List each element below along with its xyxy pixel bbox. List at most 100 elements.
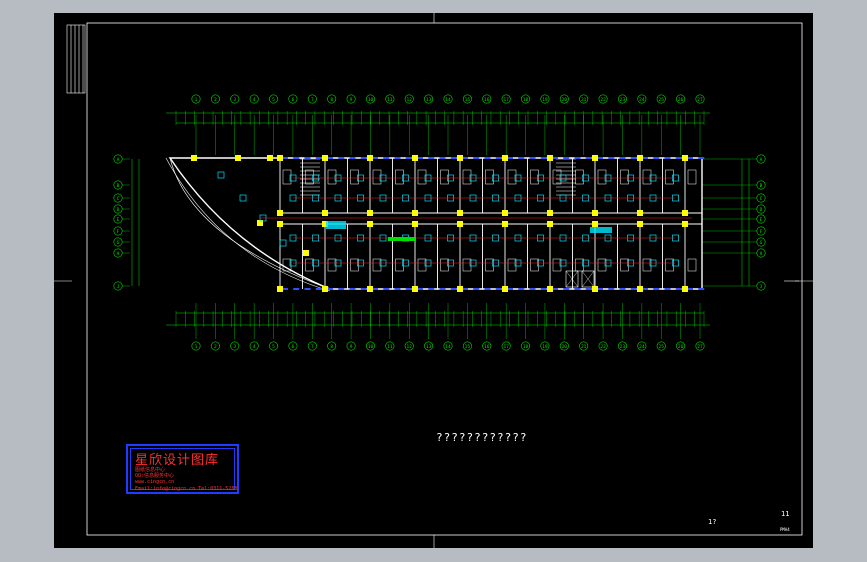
structural-column xyxy=(592,155,598,161)
structural-column xyxy=(457,155,463,161)
building-plan xyxy=(165,155,705,292)
axis-bubble-label: 26 xyxy=(678,344,684,350)
axis-bubble-label: 17 xyxy=(503,97,509,103)
electrical-circuits xyxy=(217,171,692,267)
axis-bubble-label: E xyxy=(117,217,120,223)
structural-column xyxy=(367,221,373,227)
axis-bubble-label: 11 xyxy=(387,97,393,103)
axis-bubble-label: C xyxy=(117,196,120,202)
drawing-sheet[interactable]: 1 1 2 2 3 3 4 4 5 5 6 6 7 7 8 8 9 9 10 10 11 11 12 12 13 13 14 14 15… xyxy=(54,13,813,548)
axis-bubble-label: B xyxy=(760,183,763,189)
structural-column xyxy=(682,210,688,216)
axis-bubble-label: 24 xyxy=(639,97,645,103)
stamp-line-3: www.cingcn.cn xyxy=(135,479,175,485)
axis-bubble-label: 19 xyxy=(542,344,548,350)
axis-bubble-label: 10 xyxy=(368,344,374,350)
structural-column xyxy=(235,155,241,161)
structural-column xyxy=(412,210,418,216)
structural-column xyxy=(637,210,643,216)
axis-bubble-label: J xyxy=(117,284,120,290)
structural-column xyxy=(502,221,508,227)
axis-bubble-label: F xyxy=(760,229,763,235)
structural-column xyxy=(367,155,373,161)
axis-bubble-label: 12 xyxy=(407,344,413,350)
structural-column xyxy=(502,286,508,292)
axis-bubble-label: 26 xyxy=(678,97,684,103)
axis-bubble-label: 1 xyxy=(195,344,198,350)
structural-column xyxy=(592,221,598,227)
light-fixture xyxy=(239,194,247,202)
structural-column xyxy=(547,221,553,227)
axis-bubble-label: 4 xyxy=(253,344,256,350)
structural-column xyxy=(502,155,508,161)
axis-bubble-label: 21 xyxy=(581,344,587,350)
structural-column xyxy=(412,221,418,227)
structural-column xyxy=(277,210,283,216)
axis-bubble-label: 22 xyxy=(600,344,606,350)
axis-bubble-label: 24 xyxy=(639,344,645,350)
axis-bubble-label: 16 xyxy=(484,97,490,103)
axis-bubble-label: H xyxy=(117,251,120,257)
axis-bubble-label: C xyxy=(760,196,763,202)
axis-bubble-label: G xyxy=(117,240,120,246)
structural-column xyxy=(682,286,688,292)
axis-bubble-label: 22 xyxy=(600,97,606,103)
structural-column xyxy=(547,155,553,161)
axis-bubble-label: 10 xyxy=(368,97,374,103)
axis-bubble-label: 5 xyxy=(272,344,275,350)
axis-bubble-label: 21 xyxy=(581,97,587,103)
structural-column xyxy=(322,155,328,161)
axis-bubble-label: A xyxy=(117,157,120,163)
structural-column xyxy=(637,221,643,227)
axis-bubble-label: 7 xyxy=(311,344,314,350)
axis-bubble-label: 2 xyxy=(214,344,217,350)
light-fixture xyxy=(279,239,287,247)
structural-column xyxy=(547,286,553,292)
structural-column xyxy=(682,221,688,227)
axis-bubble-label: 12 xyxy=(407,97,413,103)
axis-bubble-label: H xyxy=(760,251,763,257)
axis-bubble-label: 8 xyxy=(330,344,333,350)
sheet-number: 11 xyxy=(781,510,790,518)
structural-column xyxy=(457,210,463,216)
structural-column xyxy=(592,210,598,216)
axis-bubble-label: 27 xyxy=(697,344,703,350)
structural-column xyxy=(682,155,688,161)
distribution-panel xyxy=(388,237,416,241)
axis-bubble-label: B xyxy=(117,183,120,189)
axis-bubble-label: 25 xyxy=(659,97,665,103)
cad-viewport[interactable]: 1 1 2 2 3 3 4 4 5 5 6 6 7 7 8 8 9 9 10 10 11 11 12 12 13 13 14 14 15… xyxy=(0,0,867,562)
grid-axis-bubbles: 1122334455667788991010111112121313141415… xyxy=(113,94,766,351)
axis-bubble-label: G xyxy=(760,240,763,246)
axis-bubble-label: 13 xyxy=(426,97,432,103)
structural-column xyxy=(367,286,373,292)
axis-bubble-label: 20 xyxy=(562,97,568,103)
structural-column xyxy=(412,286,418,292)
fixture-group xyxy=(326,221,346,229)
axis-bubble-label: 2 xyxy=(214,97,217,103)
axis-bubble-label: A xyxy=(760,157,763,163)
structural-column xyxy=(303,250,309,256)
binding-strip xyxy=(66,24,86,94)
axis-bubble-label: 6 xyxy=(292,97,295,103)
structural-column xyxy=(502,210,508,216)
axis-bubble-label: 6 xyxy=(292,344,295,350)
axis-bubble-label: 9 xyxy=(350,97,353,103)
axis-bubble-label: 17 xyxy=(503,344,509,350)
axis-bubble-label: 23 xyxy=(620,97,626,103)
axis-bubble-label: 20 xyxy=(562,344,568,350)
structural-column xyxy=(457,286,463,292)
axis-bubble-label: 5 xyxy=(272,97,275,103)
stamp-line-2: QQ:信息服务中心 xyxy=(135,473,175,479)
axis-bubble-label: D xyxy=(760,207,763,213)
axis-bubble-label: J xyxy=(760,284,763,290)
light-fixture xyxy=(217,171,225,179)
structural-column xyxy=(277,221,283,227)
axis-bubble-label: 11 xyxy=(387,344,393,350)
sheet-format: PMA4 xyxy=(780,527,790,532)
axis-bubble-label: 15 xyxy=(465,97,471,103)
structural-column xyxy=(277,155,283,161)
stamp-line-4: Email:info@cingcn.cn Tel:0311-5288 xyxy=(135,486,238,492)
axis-bubble-label: 7 xyxy=(311,97,314,103)
axis-bubble-label: 8 xyxy=(330,97,333,103)
